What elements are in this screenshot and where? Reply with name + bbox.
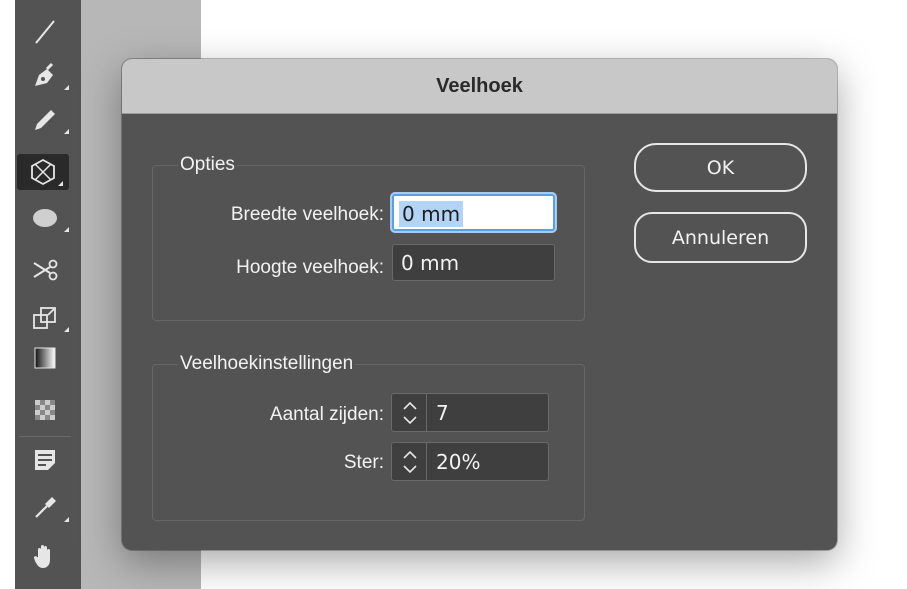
pencil-tool-button[interactable] [15,102,75,138]
gradient-feather-tool-button[interactable] [15,392,75,428]
up-down-arrows-icon [403,401,417,425]
star-stepper[interactable] [391,442,427,481]
sides-stepper[interactable] [391,393,427,432]
polygon-dialog: Veelhoek Opties Breedte veelhoek: 0 mm H… [122,59,837,550]
gradient-feather-icon [35,400,55,420]
width-value: 0 mm [399,201,464,227]
polygon-frame-tool-button[interactable] [17,154,69,190]
height-label: Hoogte veelhoek: [236,257,384,278]
up-down-arrows-icon [403,450,417,474]
eyedropper-tool-button[interactable] [15,490,75,526]
hand-tool-button[interactable] [15,538,75,574]
height-field[interactable]: 0 mm [392,244,555,281]
note-tool-button[interactable] [15,442,75,478]
sides-value: 7 [436,401,449,425]
ellipse-tool-button[interactable] [15,200,75,236]
line-icon [35,20,55,44]
width-field[interactable]: 0 mm [392,194,555,231]
sides-label: Aantal zijden: [269,404,384,425]
eyedropper-icon [35,497,56,518]
gradient-swatch-icon [34,347,56,369]
hand-icon [33,544,50,568]
ok-button[interactable]: OK [634,143,807,192]
options-group [152,165,585,321]
note-icon [35,450,55,470]
cancel-button[interactable]: Annuleren [634,212,807,263]
dialog-title: Veelhoek [436,74,523,97]
line-tool-button[interactable] [15,14,75,50]
polygon-settings-group-title: Veelhoekinstellingen [178,353,356,375]
options-group-title: Opties [178,154,237,176]
star-value: 20% [436,450,481,474]
tools-panel [15,0,81,589]
star-label: Ster: [343,452,384,473]
star-field[interactable]: 20% [427,442,549,481]
dialog-titlebar[interactable]: Veelhoek [122,59,837,114]
pen-icon [35,62,54,86]
scissors-tool-button[interactable] [15,252,75,288]
sides-field[interactable]: 7 [427,393,549,432]
height-value: 0 mm [401,251,460,275]
gradient-swatch-tool-button[interactable] [15,340,75,376]
free-transform-tool-button[interactable] [15,300,75,336]
free-transform-icon [33,307,56,329]
ellipse-icon [33,209,57,227]
polygon-frame-icon [31,158,55,186]
pencil-icon [35,110,55,130]
scissors-icon [33,259,58,281]
pen-tool-button[interactable] [15,58,75,94]
width-label: Breedte veelhoek: [230,204,384,225]
